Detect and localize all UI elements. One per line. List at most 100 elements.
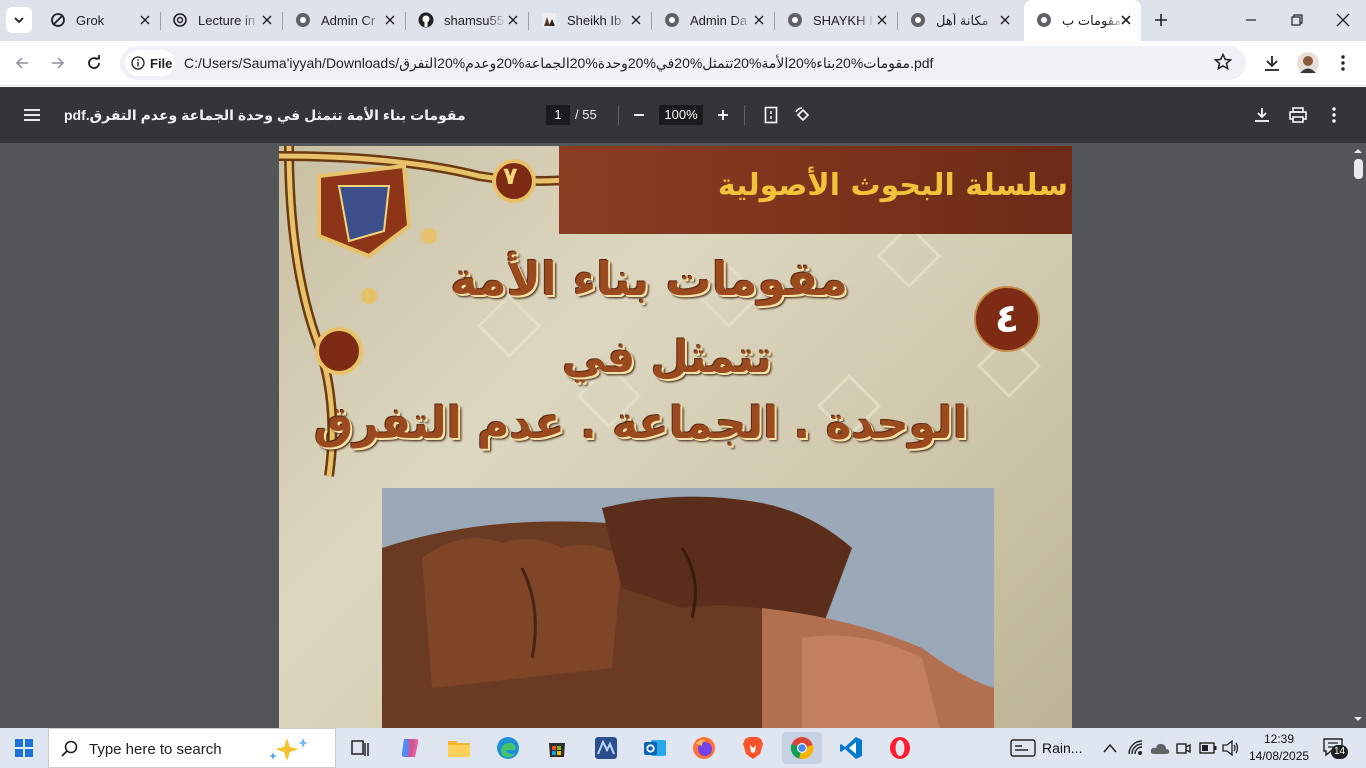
series-banner: سلسلة البحوث الأصولية xyxy=(559,146,1072,234)
clock-time[interactable]: 12:39 xyxy=(1264,732,1294,746)
back-button[interactable] xyxy=(9,50,35,76)
tab-admin-cr[interactable]: Admin Cr xyxy=(283,0,406,41)
search-icon xyxy=(61,740,78,757)
downloads-button[interactable] xyxy=(1259,50,1285,76)
close-tab-icon[interactable] xyxy=(1117,11,1135,29)
tab-makanat[interactable]: مكانة أهل xyxy=(898,0,1020,41)
forward-button[interactable] xyxy=(45,50,71,76)
close-icon xyxy=(1336,13,1350,27)
vertical-scrollbar[interactable] xyxy=(1350,143,1366,728)
tab-lecture[interactable]: Lecture in xyxy=(160,0,283,41)
cover-photo-clasped-hands xyxy=(382,488,994,728)
store-icon xyxy=(549,743,565,757)
scrollbar-thumb[interactable] xyxy=(1354,159,1363,179)
restore-button[interactable] xyxy=(1274,0,1320,40)
avatar-icon xyxy=(1297,52,1319,74)
url-text[interactable]: C:/Users/Sauma'iyyah/Downloads/مقومات%20… xyxy=(184,55,933,72)
outlook-button[interactable] xyxy=(635,732,675,764)
windows-taskbar: Type here to search Rain... 12:39 14/08/… xyxy=(0,728,1366,768)
microsoft-store-button[interactable] xyxy=(537,732,577,764)
tab-title: Lecture in xyxy=(198,13,256,28)
close-tab-icon[interactable] xyxy=(258,11,276,29)
file-explorer-button[interactable] xyxy=(439,732,479,764)
tab-grok[interactable]: Grok xyxy=(38,0,161,41)
battery-icon[interactable] xyxy=(1199,742,1217,754)
zoom-in-button[interactable] xyxy=(711,103,735,127)
close-tab-icon[interactable] xyxy=(504,11,522,29)
zoom-level-input[interactable]: 100% xyxy=(659,105,703,125)
scroll-up-arrow-icon[interactable] xyxy=(1350,145,1366,157)
minimize-icon xyxy=(1246,19,1256,21)
new-tab-button[interactable] xyxy=(1150,9,1172,31)
tab-title: مقومات ب xyxy=(1062,13,1122,28)
firefox-button[interactable] xyxy=(684,732,724,764)
pdf-download-button[interactable] xyxy=(1250,103,1274,127)
close-tab-icon[interactable] xyxy=(873,11,891,29)
rotate-button[interactable] xyxy=(791,103,815,127)
meet-now-icon[interactable] xyxy=(1175,740,1191,756)
tab-shaykh[interactable]: SHAYKH I xyxy=(775,0,898,41)
vpn-app-button[interactable] xyxy=(586,732,626,764)
reload-button[interactable] xyxy=(81,50,107,76)
close-tab-icon[interactable] xyxy=(996,11,1014,29)
pdf-more-button[interactable] xyxy=(1322,103,1346,127)
weather-text[interactable]: Rain... xyxy=(1042,740,1082,756)
tab-muqawwimat-active[interactable]: مقومات ب xyxy=(1024,0,1141,41)
brave-button[interactable] xyxy=(733,732,773,764)
rotate-icon xyxy=(795,107,810,122)
copilot-sparkle-icon[interactable] xyxy=(265,734,311,764)
search-placeholder: Type here to search xyxy=(89,741,222,758)
tab-search-button[interactable] xyxy=(6,7,32,33)
task-view-button[interactable] xyxy=(340,732,380,764)
zoom-out-button[interactable] xyxy=(627,103,651,127)
close-tab-icon[interactable] xyxy=(627,11,645,29)
tab-title: مكانة أهل xyxy=(936,13,989,28)
vscode-button[interactable] xyxy=(831,732,871,764)
site-info-chip[interactable]: File xyxy=(125,50,175,76)
corner-number: ٧ xyxy=(503,162,518,190)
fit-page-button[interactable] xyxy=(759,103,783,127)
notification-center-button[interactable]: 14 xyxy=(1322,737,1349,759)
download-icon xyxy=(1255,108,1269,122)
profile-avatar[interactable] xyxy=(1295,50,1321,76)
sidebar-menu-button[interactable] xyxy=(20,103,44,127)
download-icon xyxy=(1265,56,1279,71)
pdf-viewport[interactable]: ٧ سلسلة البحوث الأصولية مقومات بناء الأم… xyxy=(0,143,1366,728)
print-button[interactable] xyxy=(1286,103,1310,127)
page-number-input[interactable]: 1 xyxy=(546,105,570,125)
taskbar-search-box[interactable]: Type here to search xyxy=(48,728,336,768)
weather-icon[interactable] xyxy=(1010,738,1036,758)
scroll-down-arrow-icon[interactable] xyxy=(1350,713,1366,725)
clock-date[interactable]: 14/08/2025 xyxy=(1249,749,1309,763)
file-chip-label: File xyxy=(150,55,173,71)
close-tab-icon[interactable] xyxy=(136,11,154,29)
bookmark-star-icon[interactable] xyxy=(1213,52,1233,76)
close-tab-icon[interactable] xyxy=(381,11,399,29)
tab-strip: Grok Lecture in Admin Cr shamsu55 Sheikh… xyxy=(0,0,1366,41)
pdf-page: ٧ سلسلة البحوث الأصولية مقومات بناء الأم… xyxy=(279,146,1072,728)
tab-github[interactable]: shamsu55 xyxy=(406,0,529,41)
tab-sheikh[interactable]: Sheikh Ib xyxy=(529,0,652,41)
wifi-icon[interactable] xyxy=(1128,740,1146,756)
github-icon xyxy=(418,12,434,28)
tab-title: Sheikh Ib xyxy=(567,13,622,28)
address-bar[interactable]: File C:/Users/Sauma'iyyah/Downloads/مقوم… xyxy=(120,46,1246,80)
kebab-menu-icon xyxy=(1332,107,1336,123)
opera-icon xyxy=(890,737,910,759)
volume-icon[interactable] xyxy=(1222,740,1240,756)
chrome-site-icon xyxy=(664,12,680,28)
chrome-button-active[interactable] xyxy=(782,732,822,764)
plus-icon xyxy=(718,110,728,120)
browser-menu-button[interactable] xyxy=(1330,50,1356,76)
edge-button[interactable] xyxy=(488,732,528,764)
tab-admin-da[interactable]: Admin Da xyxy=(652,0,775,41)
start-button[interactable] xyxy=(0,728,48,768)
copilot-app-button[interactable] xyxy=(390,732,430,764)
chrome-site-icon xyxy=(295,12,311,28)
chevron-up-icon[interactable] xyxy=(1103,743,1117,753)
close-window-button[interactable] xyxy=(1320,0,1366,40)
close-tab-icon[interactable] xyxy=(750,11,768,29)
opera-button[interactable] xyxy=(880,732,920,764)
onedrive-icon[interactable] xyxy=(1150,740,1170,756)
minimize-button[interactable] xyxy=(1228,0,1274,40)
